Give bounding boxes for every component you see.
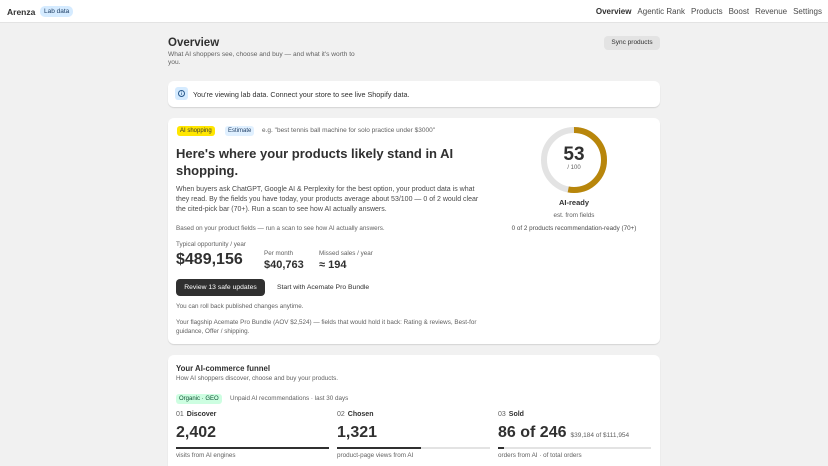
nav-agentic-rank[interactable]: Agentic Rank [637, 7, 685, 16]
stage-value-sub: $39,184 of $111,954 [570, 432, 630, 439]
ai-shopping-card: AI shopping Estimate e.g. "best tennis b… [168, 118, 660, 344]
brand-name: Arenza [7, 7, 36, 17]
rollback-note: You can roll back published changes anyt… [176, 303, 304, 310]
stage-value: 1,321 [337, 424, 381, 442]
card-headline: Here's where your products likely stand … [176, 146, 454, 178]
stage-caption: product-page views from AI [337, 452, 414, 459]
stage-progress [337, 447, 490, 449]
stage-value: 2,402 [176, 424, 220, 442]
start-bundle-button[interactable]: Start with Acemate Pro Bundle [277, 284, 369, 291]
banner-text: You're viewing lab data. Connect your st… [193, 90, 410, 99]
funnel-title: Your AI-commerce funnel [176, 364, 271, 373]
funnel-stage-sold: 03 Sold 86 of 246 $39,184 of $111,954 orde… [498, 411, 651, 459]
nav-products[interactable]: Products [691, 7, 723, 16]
page-subtitle: What AI shoppers see, choose and buy — a… [168, 51, 355, 66]
sync-products-button[interactable]: Sync products [604, 36, 660, 50]
stage-value-main: 86 of 246 [498, 424, 567, 441]
stage-number: 02 [337, 411, 345, 418]
nav-settings[interactable]: Settings [793, 7, 822, 16]
stage-progress [498, 447, 651, 449]
estimate-source: est. from fields [553, 212, 595, 219]
score-value: 53 [563, 144, 585, 165]
opportunity-value: $489,156 [176, 251, 243, 268]
review-updates-button[interactable]: Review 13 safe updates [176, 279, 265, 296]
funnel-card: Your AI-commerce funnel How AI shoppers … [168, 355, 660, 466]
stage-value-main: 2,402 [176, 424, 217, 441]
nav-boost[interactable]: Boost [729, 7, 749, 16]
estimate-badge: Estimate [225, 126, 255, 136]
example-query: e.g. "best tennis ball machine for solo … [262, 127, 435, 134]
products-ready-count: 0 of 2 products recommendation-ready (70… [511, 225, 637, 232]
ai-shopping-badge: AI shopping [177, 126, 215, 136]
card-body: When buyers ask ChatGPT, Google AI & Per… [176, 186, 479, 213]
lab-data-banner: i You're viewing lab data. Connect your … [168, 81, 660, 107]
top-bar: Arenza Lab data Overview Agentic Rank Pr… [0, 0, 828, 23]
funnel-meta: Unpaid AI recommendations · last 30 days [230, 395, 349, 402]
per-month-value: $40,763 [264, 259, 304, 271]
page-title: Overview [168, 37, 220, 49]
stage-caption: visits from AI engines [176, 452, 236, 459]
stage-number: 01 [176, 411, 184, 418]
stage-caption: orders from AI · of total orders [498, 452, 582, 459]
stage-name: Chosen [347, 411, 374, 418]
stage-number: 03 [498, 411, 506, 418]
stage-progress-fill [337, 447, 422, 449]
info-icon: i [175, 87, 188, 100]
organic-geo-badge: Organic · GEO [176, 394, 222, 404]
score-max: / 100 [567, 165, 581, 171]
flagship-note: Your flagship Acemate Pro Bundle (AOV $2… [176, 319, 477, 335]
stage-value-main: 1,321 [337, 424, 378, 441]
opportunity-label: Typical opportunity / year [176, 241, 247, 248]
per-month-label: Per month [264, 250, 294, 257]
stage-progress-fill [498, 447, 505, 449]
stage-progress [176, 447, 329, 449]
stage-name: Sold [508, 411, 524, 418]
stage-name: Discover [186, 411, 217, 418]
funnel-stage-chosen: 02 Chosen 1,321 product-page views from A… [337, 411, 490, 459]
nav-revenue[interactable]: Revenue [755, 7, 787, 16]
funnel-stage-discover: 01 Discover 2,402 visits from AI engines [176, 411, 329, 459]
main-nav: Overview Agentic Rank Products Boost Rev… [596, 7, 822, 16]
stage-progress-fill [176, 447, 329, 449]
lab-data-badge: Lab data [40, 6, 74, 17]
missed-sales-label: Missed sales / year [319, 250, 373, 257]
missed-sales-value: ≈ 194 [319, 259, 347, 271]
stage-value: 86 of 246 $39,184 of $111,954 [498, 424, 629, 442]
funnel-subtitle: How AI shoppers discover, choose and buy… [176, 375, 339, 382]
ai-ready-label: AI-ready [558, 198, 589, 207]
nav-overview[interactable]: Overview [596, 7, 632, 16]
fields-note: Based on your product fields — run a sca… [176, 225, 385, 232]
